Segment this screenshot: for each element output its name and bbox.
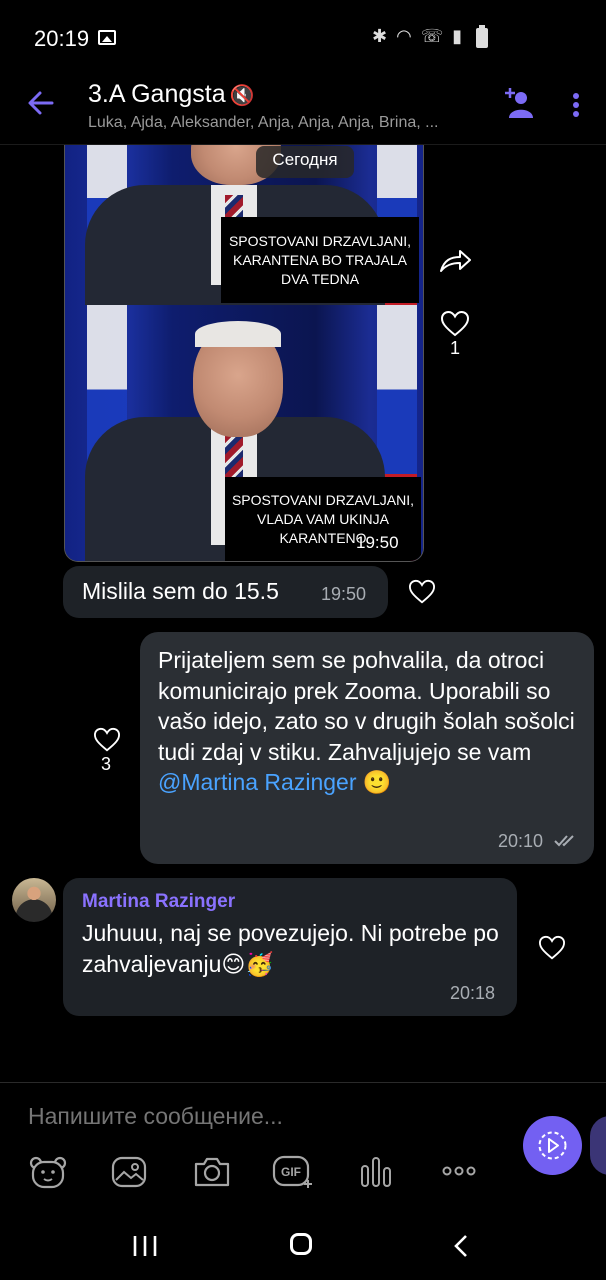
message-time: 20:10	[498, 831, 544, 851]
nav-back-icon[interactable]	[452, 1234, 470, 1258]
meme-image[interactable]: SPOSTOVANI DRZAVLJANI, KARANTENA BO TRAJ…	[64, 145, 424, 562]
battery-icon	[476, 25, 488, 48]
gallery-icon[interactable]	[110, 1154, 148, 1190]
message-time: 19:50	[321, 584, 367, 604]
camera-icon[interactable]	[192, 1154, 232, 1190]
message-text: Mislila sem do 15.5	[82, 578, 279, 604]
like-count: 1	[450, 338, 461, 358]
gif-icon[interactable]: GIF	[272, 1154, 316, 1190]
more-options-icon[interactable]	[572, 92, 580, 120]
message-text: Juhuuu, naj se povezujejo. Ni potrebe po…	[82, 920, 499, 977]
like-heart-icon[interactable]	[93, 727, 121, 753]
message-input[interactable]	[28, 1103, 328, 1130]
mention-link[interactable]: @Martina Razinger	[158, 769, 356, 795]
poll-icon[interactable]	[358, 1154, 394, 1190]
message-body: Prijateljem sem se pohvalila, da otroci …	[158, 647, 575, 765]
sender-name[interactable]: Martina Razinger	[82, 891, 235, 913]
more-attachments-icon[interactable]	[440, 1154, 478, 1190]
photo-time: 19:50	[356, 533, 399, 552]
message-time: 20:18	[450, 983, 496, 1003]
home-icon[interactable]	[290, 1233, 312, 1255]
sticker-bear-icon[interactable]	[28, 1154, 68, 1190]
like-heart-icon[interactable]	[408, 579, 436, 605]
secondary-action-button[interactable]	[590, 1116, 606, 1175]
avatar[interactable]	[12, 878, 56, 922]
date-divider: Сегодня	[256, 146, 354, 178]
like-heart-icon[interactable]	[440, 310, 470, 338]
svg-text:GIF: GIF	[281, 1165, 301, 1179]
like-heart-icon[interactable]	[538, 935, 566, 961]
chat-title[interactable]: 3.A Gangsta 🔇	[88, 80, 255, 109]
like-count: 3	[101, 754, 112, 774]
forward-share-icon[interactable]	[438, 248, 472, 274]
status-icons: ✱ ◠ ☏ ▮	[372, 26, 465, 46]
meme-panel-bottom: SPOSTOVANI DRZAVLJANI, VLADA VAM UKINJA …	[65, 305, 423, 561]
composer-divider	[0, 1082, 606, 1083]
meme-panel-top: SPOSTOVANI DRZAVLJANI, KARANTENA BO TRAJ…	[65, 145, 423, 305]
recent-apps-icon[interactable]	[132, 1234, 158, 1258]
meme-caption-top: SPOSTOVANI DRZAVLJANI, KARANTENA BO TRAJ…	[221, 217, 419, 303]
play-circle-icon	[538, 1131, 567, 1160]
add-participant-icon[interactable]	[504, 86, 534, 120]
video-message-button[interactable]	[523, 1116, 582, 1175]
back-arrow-icon[interactable]	[26, 88, 56, 118]
chat-title-text: 3.A Gangsta	[88, 80, 226, 108]
chat-members[interactable]: Luka, Ajda, Aleksander, Anja, Anja, Anja…	[88, 114, 438, 132]
status-time: 20:19	[34, 26, 90, 51]
mute-icon: 🔇	[229, 85, 255, 107]
gallery-notification-icon	[98, 30, 116, 45]
read-receipt-icon	[554, 835, 574, 847]
smile-emoji: 🙂	[362, 769, 392, 795]
message-text: Prijateljem sem se pohvalila, da otroci …	[158, 645, 578, 798]
